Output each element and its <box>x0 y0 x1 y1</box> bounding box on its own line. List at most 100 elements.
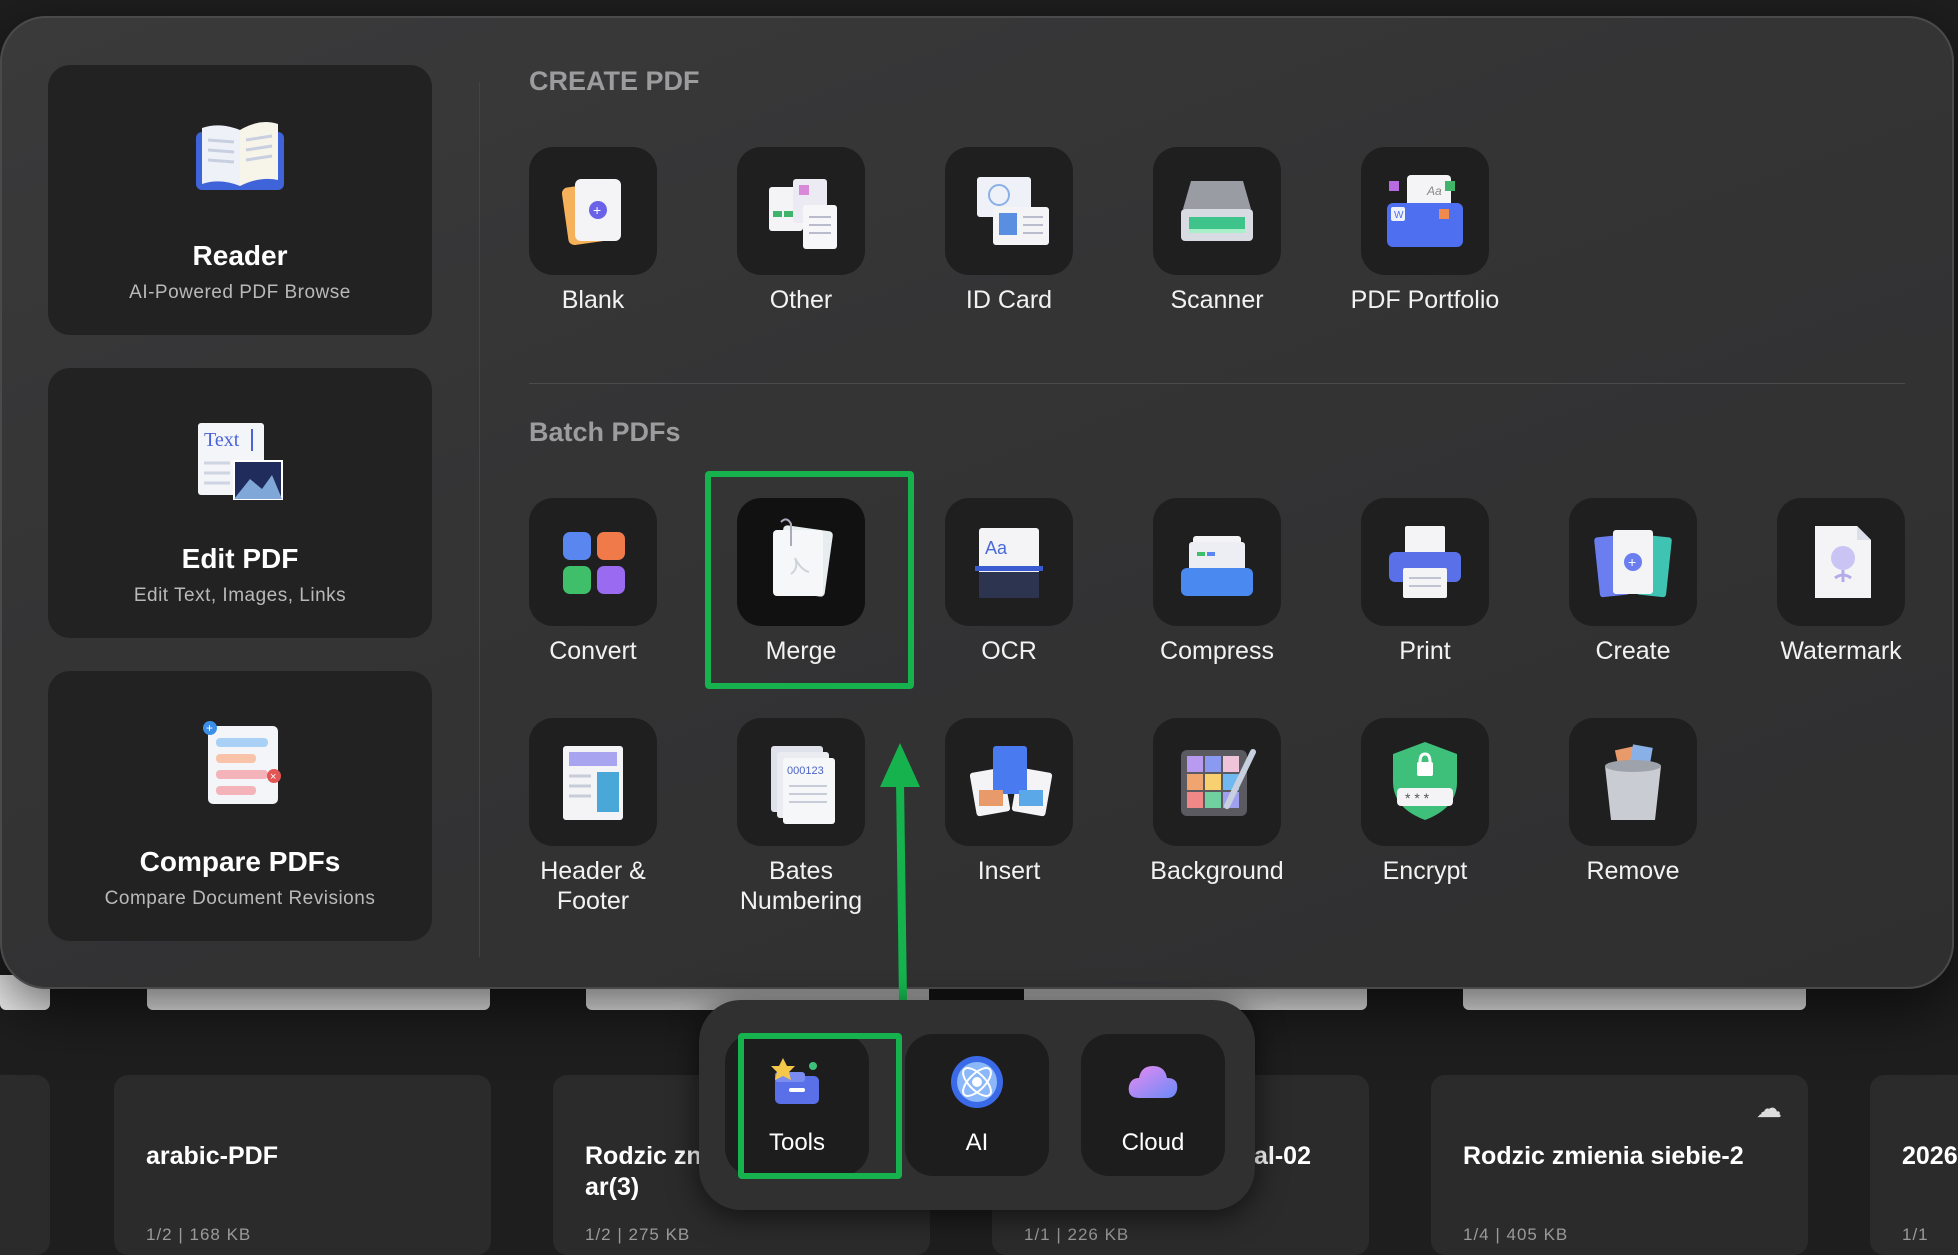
edit-pdf-card[interactable]: Text Edit PDF Edit Text, Images, Links <box>48 368 432 638</box>
tool-header-footer[interactable]: Header & Footer <box>489 718 697 916</box>
book-icon <box>196 122 284 190</box>
trash-bin-icon <box>1605 744 1661 820</box>
compare-pdfs-subtitle: Compare Document Revisions <box>104 888 376 909</box>
file-card[interactable]: ☁ Rodzic zmienia siebie-2 1/4 | 405 KB <box>1431 1075 1808 1255</box>
dock-cloud-button[interactable]: Cloud <box>1081 1034 1225 1176</box>
ai-orbit-icon <box>951 1056 1003 1108</box>
file-name: arabic-PDF <box>146 1142 278 1170</box>
blank-page-icon: + <box>561 179 621 246</box>
insert-pages-icon <box>969 746 1053 817</box>
tool-label: Encrypt <box>1382 857 1468 885</box>
svg-text:+: + <box>206 721 213 735</box>
file-name: Rodzic zmienia siebie-2 <box>1463 1142 1744 1170</box>
svg-text:+: + <box>1628 554 1636 570</box>
file-card[interactable]: 2026 1/1 <box>1870 1075 1958 1255</box>
compare-document-icon: + × <box>203 721 281 804</box>
compress-tray-icon <box>1181 536 1253 596</box>
tool-watermark[interactable]: Watermark <box>1737 498 1945 666</box>
file-card[interactable]: arabic-PDF 1/2 | 168 KB <box>114 1075 491 1255</box>
tool-create[interactable]: + Create <box>1529 498 1737 666</box>
tool-label: Scanner <box>1170 286 1264 314</box>
section-divider <box>529 383 1905 384</box>
svg-text:×: × <box>270 771 276 783</box>
header-footer-icon <box>563 746 623 820</box>
tool-label: Other <box>769 286 833 314</box>
tool-label: Insert <box>977 857 1041 885</box>
dock-ai-button[interactable]: AI <box>905 1034 1049 1176</box>
watermark-icon <box>1815 526 1871 598</box>
tool-convert[interactable]: Convert <box>489 498 697 666</box>
scanner-icon <box>1181 181 1253 241</box>
tool-encrypt[interactable]: * * * Encrypt <box>1321 718 1529 886</box>
edit-icon-text: Text <box>204 429 240 451</box>
tool-other[interactable]: Other <box>697 147 905 315</box>
edit-pdf-subtitle: Edit Text, Images, Links <box>133 585 347 606</box>
tool-blank[interactable]: + Blank <box>489 147 697 315</box>
file-meta: 1/2 | 275 KB <box>585 1225 691 1244</box>
convert-icon <box>563 532 625 594</box>
edit-text-icon: Text <box>198 423 283 500</box>
tool-pdf-portfolio[interactable]: Aa W PDF Portfolio <box>1321 147 1529 315</box>
dock-label: Cloud <box>1121 1129 1185 1156</box>
tool-label: Convert <box>549 637 637 665</box>
tools-highlight-box <box>738 1033 902 1179</box>
tool-id-card[interactable]: ID Card <box>905 147 1113 315</box>
tool-label: ID Card <box>965 286 1053 314</box>
arrow-up-icon <box>880 743 920 1002</box>
create-pdf-heading: CREATE PDF <box>529 66 700 96</box>
svg-text:Aa: Aa <box>1426 184 1442 198</box>
tool-label: OCR <box>981 637 1037 665</box>
batch-pdfs-heading: Batch PDFs <box>529 417 681 447</box>
file-meta: 1/1 <box>1902 1225 1929 1244</box>
tool-scanner[interactable]: Scanner <box>1113 147 1321 315</box>
tool-label: Print <box>1399 637 1451 665</box>
file-meta: 1/1 | 226 KB <box>1024 1225 1130 1244</box>
tool-background[interactable]: Background <box>1113 718 1321 886</box>
printer-icon <box>1389 526 1461 598</box>
compare-pdfs-title: Compare PDFs <box>139 846 341 877</box>
vertical-divider <box>479 82 480 957</box>
svg-text:+: + <box>593 202 601 218</box>
background-palette-icon <box>1181 749 1256 816</box>
file-meta: 1/2 | 168 KB <box>146 1225 252 1244</box>
reader-title: Reader <box>192 240 288 271</box>
file-card[interactable] <box>0 1075 50 1255</box>
bates-numbering-icon: 000123 <box>771 746 835 824</box>
dock-label: AI <box>965 1129 989 1156</box>
file-name: al-02 <box>1254 1142 1311 1170</box>
file-name: 2026 <box>1902 1142 1958 1170</box>
encrypt-shield-icon: * * * <box>1393 742 1457 820</box>
cloud-icon <box>1128 1066 1178 1098</box>
tool-remove[interactable]: Remove <box>1529 718 1737 886</box>
tool-ocr[interactable]: Aa OCR <box>905 498 1113 666</box>
file-name: Rodzic zn ar(3) <box>585 1142 702 1201</box>
tool-label: Watermark <box>1780 637 1902 665</box>
tool-label: PDF Portfolio <box>1350 286 1500 314</box>
reader-card[interactable]: Reader AI-Powered PDF Browse <box>48 65 432 335</box>
ocr-icon-text: Aa <box>985 538 1008 558</box>
tool-label: Compress <box>1160 637 1274 665</box>
other-documents-icon <box>769 179 837 249</box>
merge-highlight-box <box>705 471 914 689</box>
tools-panel: Reader AI-Powered PDF Browse Text Edit P… <box>0 16 1954 1002</box>
tool-label: Create <box>1595 637 1671 665</box>
compare-pdfs-card[interactable]: + × Compare PDFs Compare Document Revisi… <box>48 671 432 941</box>
tool-label: Background <box>1150 857 1284 885</box>
tool-print[interactable]: Print <box>1321 498 1529 666</box>
bates-icon-text: 000123 <box>787 765 824 777</box>
edit-pdf-title: Edit PDF <box>181 543 299 574</box>
create-pdf-icon: + <box>1594 530 1672 598</box>
svg-text:* * *: * * * <box>1405 790 1430 806</box>
id-card-icon <box>977 177 1049 245</box>
tool-label: Remove <box>1586 857 1680 885</box>
portfolio-folder-icon: Aa W <box>1387 175 1463 247</box>
tool-compress[interactable]: Compress <box>1113 498 1321 666</box>
tool-insert[interactable]: Insert <box>905 718 1113 886</box>
tool-label: Header & Footer <box>540 857 646 915</box>
tool-label: Blank <box>561 286 625 314</box>
cloud-icon: ☁ <box>1756 1093 1782 1123</box>
reader-subtitle: AI-Powered PDF Browse <box>129 282 351 303</box>
svg-text:W: W <box>1394 210 1404 221</box>
file-meta: 1/4 | 405 KB <box>1463 1225 1569 1244</box>
ocr-scan-icon: Aa <box>975 528 1043 598</box>
